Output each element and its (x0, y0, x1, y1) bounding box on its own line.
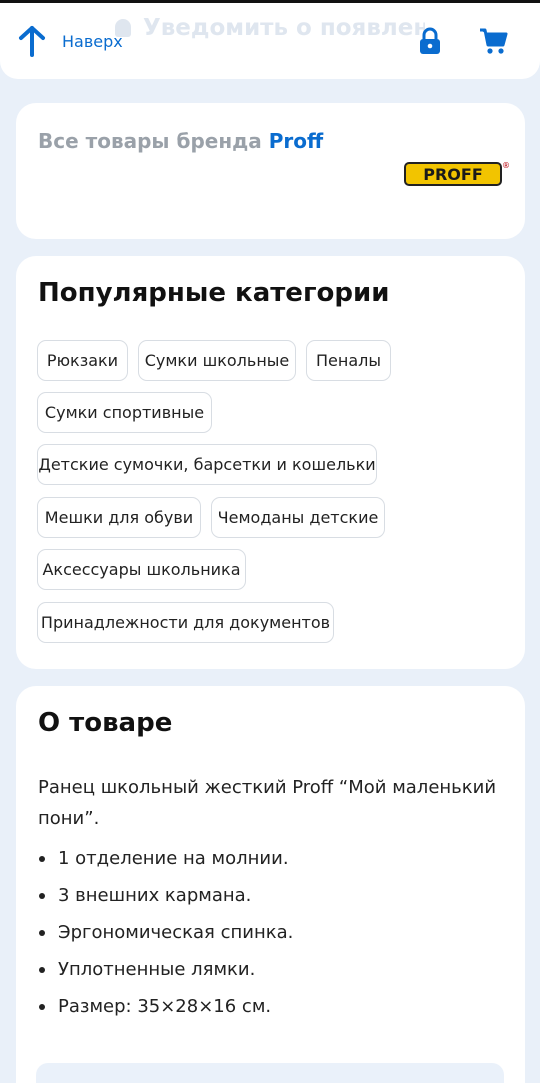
categories-title: Популярные категории (38, 278, 390, 308)
back-to-top-label: Наверх (62, 31, 123, 51)
login-button[interactable] (418, 27, 442, 59)
cart-icon (480, 28, 508, 54)
category-chip[interactable]: Аксессуары школьника (37, 549, 246, 590)
feature-item: Размер: 35×28×16 см. (38, 991, 293, 1028)
category-chip[interactable]: Принадлежности для документов (37, 602, 334, 643)
feature-item: Уплотненные лямки. (38, 954, 293, 991)
feature-item: Эргономическая спинка. (38, 917, 293, 954)
popular-categories-card: Популярные категории Рюкзаки Сумки школь… (16, 256, 525, 669)
category-chip[interactable]: Детские сумочки, барсетки и кошельки (37, 444, 377, 485)
sticky-header: Уведомить о появлении Наверх (0, 3, 540, 79)
arrow-up-icon (19, 26, 45, 57)
about-title: О товаре (38, 708, 173, 738)
brand-name: Proff (268, 129, 324, 153)
brand-link[interactable]: Все товары бренда Proff (38, 129, 323, 153)
category-chip[interactable]: Сумки школьные (138, 340, 296, 381)
brand-logo-text: PROFF (423, 165, 483, 184)
brand-prefix: Все товары бренда (38, 129, 262, 153)
category-chip[interactable]: Сумки спортивные (37, 392, 212, 433)
lock-icon (420, 27, 440, 54)
product-description: Ранец школьный жесткий Proff “Мой малень… (38, 777, 497, 829)
brand-logo: PROFF ® (404, 161, 510, 186)
feature-item: 3 внешних кармана. (38, 880, 293, 917)
category-chip[interactable]: Пеналы (306, 340, 391, 381)
back-to-top-button[interactable]: Наверх (18, 25, 123, 57)
category-chip[interactable]: Рюкзаки (37, 340, 128, 381)
cart-button[interactable] (479, 27, 509, 59)
about-product-card: О товаре Ранец школьный жесткий Proff “М… (16, 686, 525, 1083)
category-chip[interactable]: Мешки для обуви (37, 497, 201, 538)
category-chip[interactable]: Чемоданы детские (211, 497, 385, 538)
brand-card[interactable]: Все товары бренда Proff PROFF ® (16, 103, 525, 239)
brand-logo-registered: ® (502, 161, 510, 170)
notify-button-ghost: Уведомить о появлении (115, 15, 425, 41)
info-panel (36, 1063, 504, 1083)
feature-list: 1 отделение на молнии. 3 внешних кармана… (38, 843, 293, 1028)
feature-item: 1 отделение на молнии. (38, 843, 293, 880)
